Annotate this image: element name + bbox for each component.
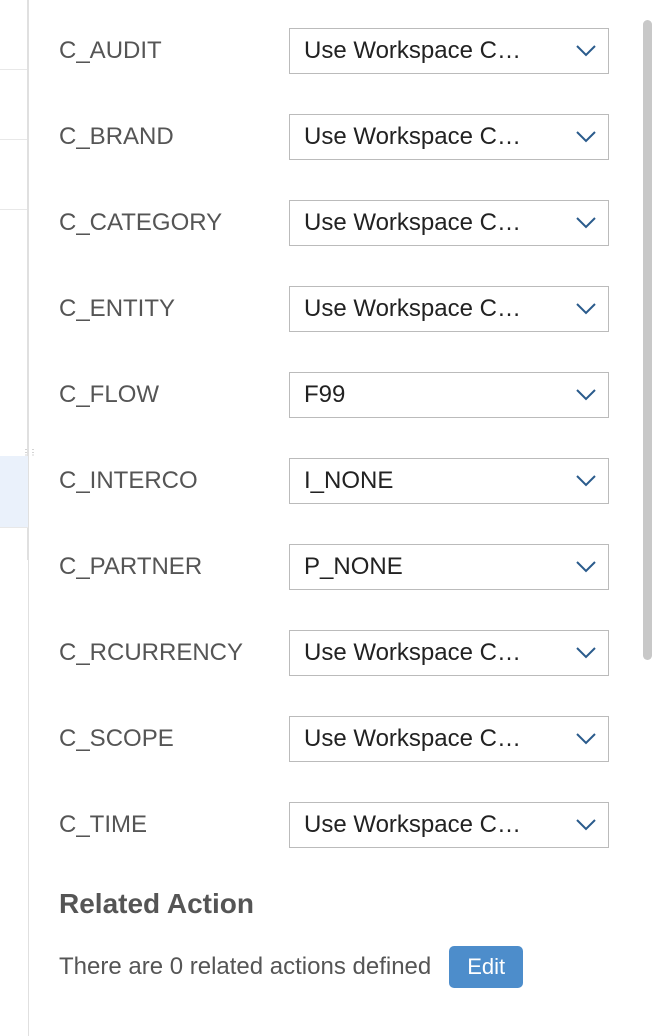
field-label: C_AUDIT: [59, 37, 289, 65]
field-label: C_INTERCO: [59, 467, 289, 495]
chevron-down-icon: [576, 303, 596, 315]
field-label: C_PARTNER: [59, 553, 289, 581]
field-label: C_SCOPE: [59, 725, 289, 753]
chevron-down-icon: [576, 561, 596, 573]
field-row-c-partner: C_PARTNER P_NONE: [59, 544, 624, 590]
chevron-down-icon: [576, 733, 596, 745]
chevron-down-icon: [576, 131, 596, 143]
dropdown-value: Use Workspace C…: [304, 37, 566, 65]
field-label: C_ENTITY: [59, 295, 289, 323]
field-label: C_FLOW: [59, 381, 289, 409]
dropdown-value: Use Workspace C…: [304, 639, 566, 667]
chevron-down-icon: [576, 475, 596, 487]
dropdown-value: Use Workspace C…: [304, 209, 566, 237]
dropdown-value: Use Workspace C…: [304, 295, 566, 323]
properties-panel: C_AUDIT Use Workspace C… C_BRAND Use Wor…: [28, 0, 654, 1036]
dropdown-value: I_NONE: [304, 467, 566, 495]
dropdown-value: Use Workspace C…: [304, 811, 566, 839]
dropdown-c-brand[interactable]: Use Workspace C…: [289, 114, 609, 160]
field-row-c-audit: C_AUDIT Use Workspace C…: [59, 28, 624, 74]
edit-button[interactable]: Edit: [449, 946, 523, 988]
dropdown-c-flow[interactable]: F99: [289, 372, 609, 418]
dropdown-c-category[interactable]: Use Workspace C…: [289, 200, 609, 246]
dropdown-c-scope[interactable]: Use Workspace C…: [289, 716, 609, 762]
field-label: C_RCURRENCY: [59, 639, 289, 667]
chevron-down-icon: [576, 819, 596, 831]
field-label: C_BRAND: [59, 123, 289, 151]
left-rail: ⋮⋮: [0, 0, 28, 560]
section-title-related-action: Related Action: [59, 888, 624, 920]
chevron-down-icon: [576, 45, 596, 57]
dropdown-c-partner[interactable]: P_NONE: [289, 544, 609, 590]
field-row-c-rcurrency: C_RCURRENCY Use Workspace C…: [59, 630, 624, 676]
related-action-text: There are 0 related actions defined: [59, 953, 431, 981]
field-row-c-entity: C_ENTITY Use Workspace C…: [59, 286, 624, 332]
field-row-c-brand: C_BRAND Use Workspace C…: [59, 114, 624, 160]
chevron-down-icon: [576, 647, 596, 659]
dropdown-c-time[interactable]: Use Workspace C…: [289, 802, 609, 848]
left-rail-active-tab[interactable]: [0, 456, 28, 528]
scrollbar-thumb[interactable]: [643, 20, 652, 660]
related-action-row: There are 0 related actions defined Edit: [59, 946, 624, 988]
dropdown-value: Use Workspace C…: [304, 123, 566, 151]
field-row-c-time: C_TIME Use Workspace C…: [59, 802, 624, 848]
field-label: C_TIME: [59, 811, 289, 839]
dropdown-c-rcurrency[interactable]: Use Workspace C…: [289, 630, 609, 676]
field-row-c-flow: C_FLOW F99: [59, 372, 624, 418]
chevron-down-icon: [576, 389, 596, 401]
dropdown-value: Use Workspace C…: [304, 725, 566, 753]
dropdown-c-entity[interactable]: Use Workspace C…: [289, 286, 609, 332]
field-row-c-scope: C_SCOPE Use Workspace C…: [59, 716, 624, 762]
dropdown-value: P_NONE: [304, 553, 566, 581]
field-label: C_CATEGORY: [59, 209, 289, 237]
dropdown-value: F99: [304, 381, 566, 409]
dropdown-c-interco[interactable]: I_NONE: [289, 458, 609, 504]
field-row-c-interco: C_INTERCO I_NONE: [59, 458, 624, 504]
dropdown-c-audit[interactable]: Use Workspace C…: [289, 28, 609, 74]
chevron-down-icon: [576, 217, 596, 229]
field-row-c-category: C_CATEGORY Use Workspace C…: [59, 200, 624, 246]
